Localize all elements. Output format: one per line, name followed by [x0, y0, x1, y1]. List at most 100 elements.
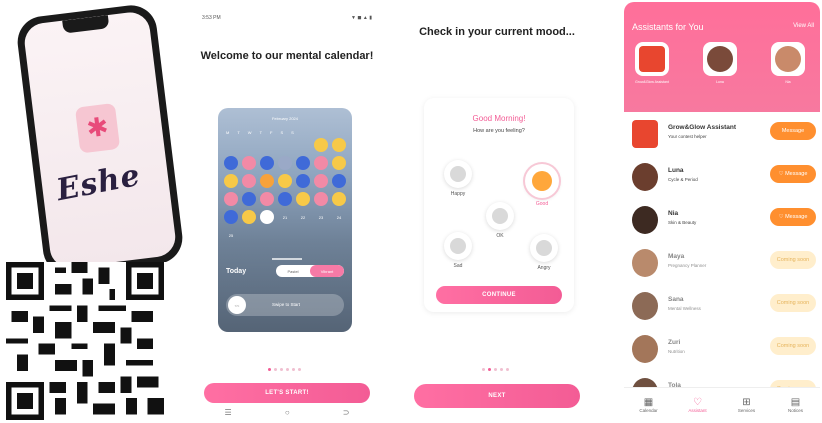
- weekday-label: T: [237, 130, 240, 135]
- mood-label: Angry: [537, 265, 551, 271]
- calendar-day[interactable]: [278, 156, 292, 170]
- avatar: [632, 163, 658, 191]
- featured-name: Grow&Glow Assistant: [635, 80, 669, 84]
- weekday-label: M: [226, 130, 230, 135]
- avatar: [632, 249, 658, 277]
- recents-icon[interactable]: ☰: [225, 408, 232, 417]
- qr-code-icon: [6, 262, 164, 420]
- theme-toggle[interactable]: Pastel Vibrant: [276, 265, 344, 277]
- assistant-row[interactable]: Nia Skin & Beauty ♡ Message: [624, 200, 820, 242]
- grid-icon: ⊞: [742, 396, 751, 408]
- assistant-row[interactable]: Grow&Glow Assistant Your contest helper Me…: [624, 114, 820, 156]
- calendar-day[interactable]: [224, 138, 238, 152]
- calendar-day[interactable]: [242, 192, 256, 206]
- drag-handle[interactable]: [272, 258, 302, 260]
- calendar-day[interactable]: [332, 138, 346, 152]
- calendar-day[interactable]: [242, 210, 256, 224]
- calendar-day[interactable]: [242, 156, 256, 170]
- calendar-day[interactable]: [296, 192, 310, 206]
- calendar-day[interactable]: [224, 210, 238, 224]
- assistant-row[interactable]: Zuri Nutrition Coming soon: [624, 329, 820, 371]
- mood-calendar-card: February 2024 M T W T F S S 21 22 23 24 25 Today P…: [218, 108, 352, 332]
- system-nav-bar: ☰ ○ ⊃: [198, 408, 376, 417]
- calendar-day[interactable]: [260, 192, 274, 206]
- calendar-day[interactable]: [332, 174, 346, 188]
- feeling-question: How are you feeling?: [473, 128, 525, 134]
- message-button[interactable]: ♡ Message: [770, 208, 816, 226]
- calendar-day[interactable]: [224, 174, 238, 188]
- calendar-day[interactable]: 25: [224, 228, 238, 242]
- page-dot: [280, 368, 283, 371]
- calendar-day[interactable]: [260, 138, 274, 152]
- theme-option-vibrant[interactable]: Vibrant: [310, 265, 344, 277]
- calendar-day[interactable]: [260, 210, 274, 224]
- calendar-day[interactable]: [296, 138, 310, 152]
- calendar-day[interactable]: [224, 192, 238, 206]
- back-icon[interactable]: ⊃: [343, 408, 350, 417]
- tab-assistant[interactable]: ♡ Assistant: [678, 397, 718, 413]
- calendar-day[interactable]: [296, 174, 310, 188]
- calendar-day[interactable]: [296, 156, 310, 170]
- calendar-day[interactable]: [224, 156, 238, 170]
- assistant-row[interactable]: Luna Cycle & Period ♡ Message: [624, 157, 820, 199]
- bottom-tab-bar: ▦ Calendar ♡ Assistant ⊞ Services ▤ Notices: [624, 387, 820, 421]
- tab-calendar[interactable]: ▦ Calendar: [629, 397, 669, 413]
- continue-button[interactable]: CONTINUE: [436, 286, 562, 304]
- lets-start-button[interactable]: LET'S START!: [204, 383, 370, 403]
- calendar-day[interactable]: [332, 156, 346, 170]
- assistant-name: Sana: [668, 296, 684, 303]
- mood-option-happy[interactable]: Happy: [440, 160, 476, 197]
- calendar-day[interactable]: [278, 138, 292, 152]
- mood-option-ok[interactable]: OK: [482, 202, 518, 239]
- assistant-row[interactable]: Maya Pregnancy Planner Coming soon: [624, 243, 820, 285]
- calendar-day[interactable]: [242, 174, 256, 188]
- assistant-role: Skin & Beauty: [668, 220, 697, 225]
- calendar-day[interactable]: [278, 174, 292, 188]
- mood-option-good[interactable]: Good: [524, 164, 560, 207]
- calendar-day[interactable]: [260, 174, 274, 188]
- featured-assistant[interactable]: Luna: [702, 42, 738, 85]
- calendar-day[interactable]: 22: [296, 210, 310, 224]
- next-button[interactable]: NEXT: [414, 384, 580, 408]
- calendar-day[interactable]: 21: [278, 210, 292, 224]
- calendar-day[interactable]: [314, 192, 328, 206]
- weekday-label: F: [270, 130, 273, 135]
- page-dot: [482, 368, 485, 371]
- theme-option-pastel[interactable]: Pastel: [276, 265, 310, 277]
- home-icon[interactable]: ○: [285, 408, 290, 417]
- swipe-knob[interactable]: <<: [228, 296, 246, 314]
- swipe-to-start-slider[interactable]: << Swipe to Start: [226, 294, 344, 316]
- mood-option-sad[interactable]: Sad: [440, 232, 476, 269]
- calendar-day[interactable]: [278, 192, 292, 206]
- weekday-label: T: [259, 130, 263, 135]
- assistant-avatar: [771, 42, 805, 76]
- ok-face-icon: [486, 202, 514, 230]
- calendar-day[interactable]: 24: [332, 210, 346, 224]
- status-bar: 3:53 PM ▼ ◼ ▲ ▮: [202, 15, 372, 21]
- assistant-row[interactable]: Sana Mental Wellness Coming soon: [624, 286, 820, 328]
- assistant-avatar: [635, 42, 669, 76]
- page-dot: [274, 368, 277, 371]
- coming-soon-badge: Coming soon: [770, 251, 816, 269]
- swipe-label: Swipe to Start: [272, 302, 301, 307]
- calendar-day[interactable]: [314, 156, 328, 170]
- featured-assistant[interactable]: Grow&Glow Assistant: [634, 42, 670, 85]
- message-button[interactable]: Message: [770, 122, 816, 140]
- calendar-day[interactable]: [332, 192, 346, 206]
- page-indicator: [268, 368, 301, 371]
- calendar-day[interactable]: [260, 156, 274, 170]
- page-dot: [286, 368, 289, 371]
- assistant-role: Your contest helper: [668, 134, 707, 139]
- app-logo-text: Eshe: [53, 157, 144, 209]
- calendar-day[interactable]: [314, 138, 328, 152]
- featured-assistant[interactable]: Nia: [770, 42, 806, 85]
- calendar-day[interactable]: [314, 174, 328, 188]
- mood-option-angry[interactable]: Angry: [526, 234, 562, 271]
- calendar-day[interactable]: 23: [314, 210, 328, 224]
- view-all-link[interactable]: View All: [793, 23, 814, 29]
- page-dot: [488, 368, 491, 371]
- message-button[interactable]: ♡ Message: [770, 165, 816, 183]
- tab-services[interactable]: ⊞ Services: [727, 397, 767, 413]
- tab-notices[interactable]: ▤ Notices: [776, 397, 816, 413]
- calendar-day[interactable]: [242, 138, 256, 152]
